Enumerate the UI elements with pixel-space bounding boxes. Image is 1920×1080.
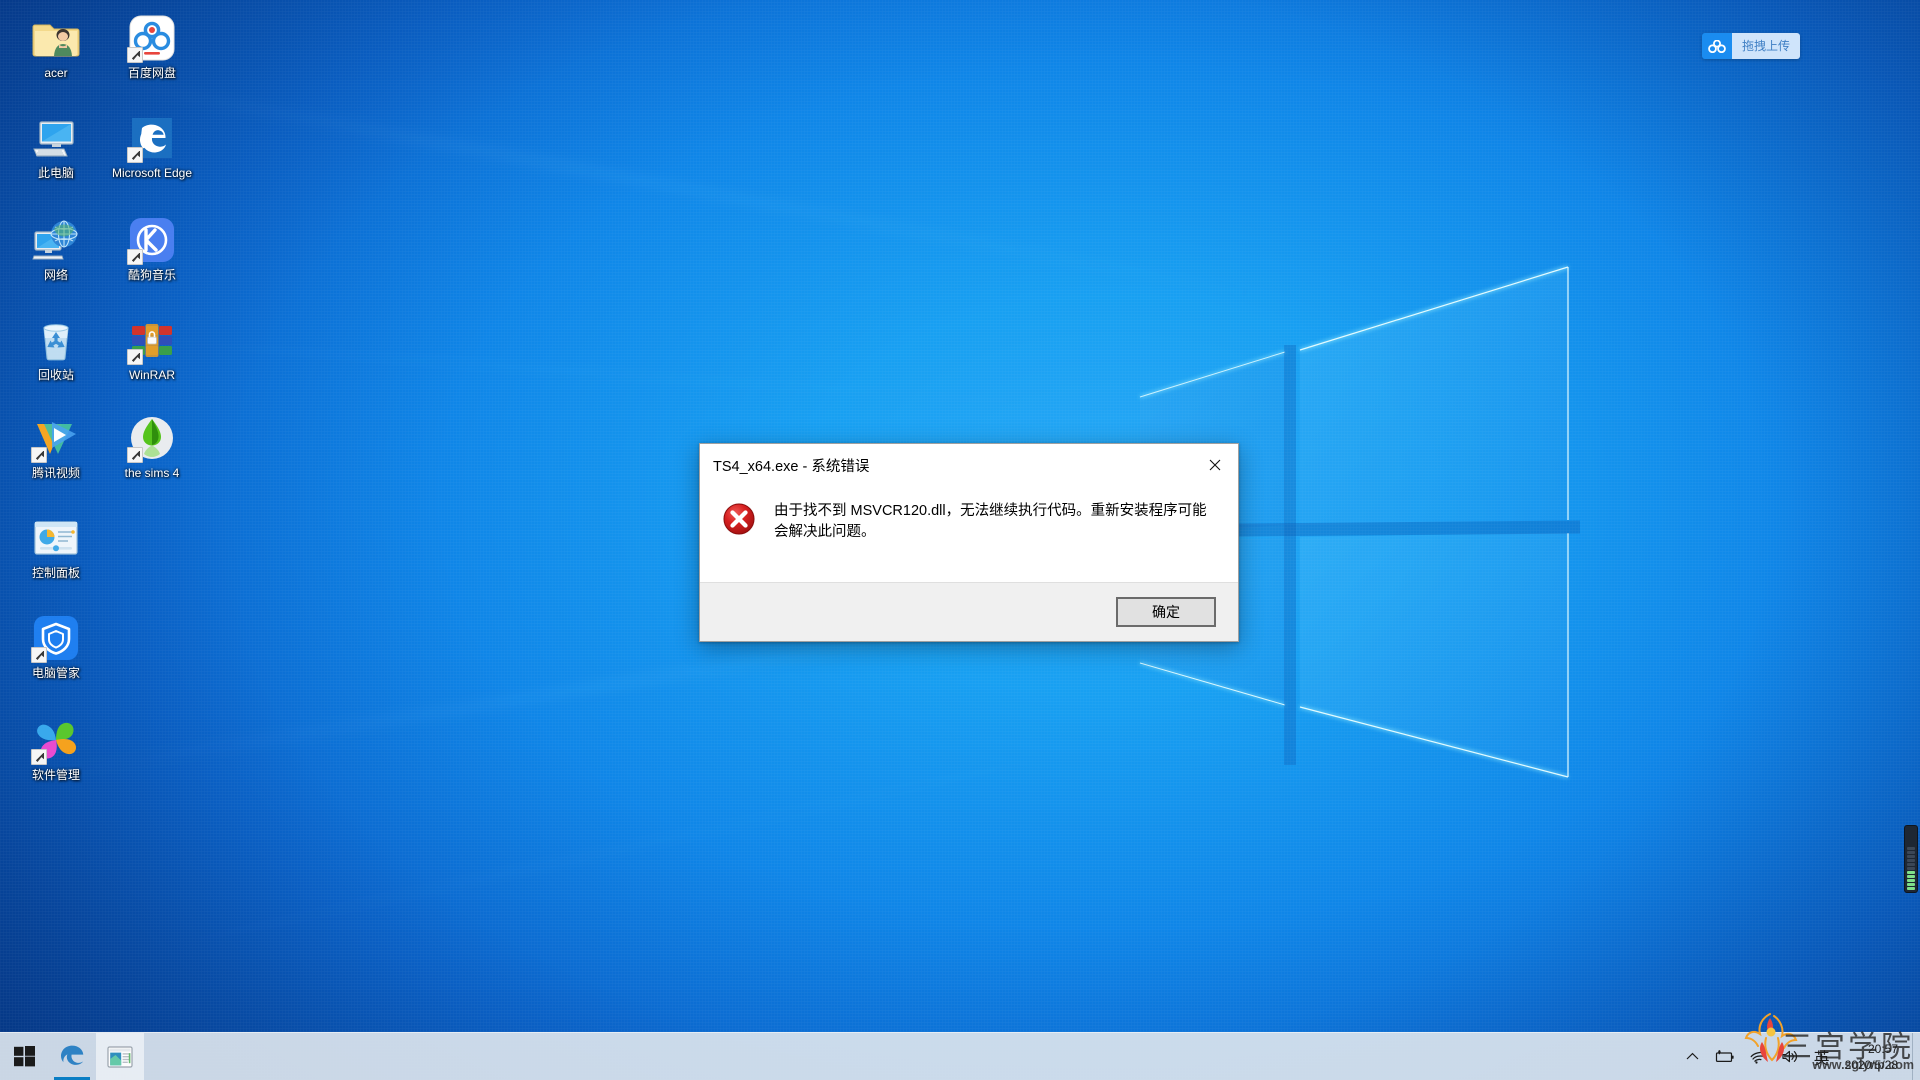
dialog-message: 由于找不到 MSVCR120.dll，无法继续执行代码。重新安装程序可能会解决此…: [774, 503, 1207, 540]
shortcut-arrow-icon: [127, 249, 143, 265]
sims4-icon: [127, 414, 176, 463]
battery-icon[interactable]: [1706, 1033, 1742, 1080]
clock-time: 20:57: [1867, 1041, 1898, 1056]
taskbar[interactable]: 英 20:57 2020/5/28: [0, 1032, 1920, 1080]
pc-manager-icon: [31, 614, 80, 663]
recycle-bin-icon: [32, 316, 80, 364]
desktop-icon-label: 百度网盘: [127, 66, 176, 80]
desktop-icon-sims4[interactable]: the sims 4: [104, 414, 200, 480]
desktop-icon-baidu-netdisk[interactable]: 百度网盘: [104, 14, 200, 80]
shortcut-arrow-icon: [127, 447, 143, 463]
ime-label: 英: [1813, 1048, 1830, 1068]
desktop-icon-network[interactable]: 网络: [8, 216, 104, 282]
drag-upload-widget[interactable]: 拖拽上传: [1701, 33, 1800, 59]
desktop-icon-label: 腾讯视频: [31, 466, 80, 480]
desktop-icon-folder-user[interactable]: acer: [8, 14, 104, 80]
close-icon[interactable]: [1192, 450, 1238, 480]
shortcut-arrow-icon: [31, 749, 47, 765]
desktop-icon-control-panel[interactable]: 控制面板: [8, 514, 104, 580]
edge-icon: [61, 1045, 84, 1065]
desktop-icon-recycle-bin[interactable]: 回收站: [8, 316, 104, 382]
kugou-music-icon: [127, 216, 176, 265]
close-glyph: [1209, 459, 1221, 471]
network-icon: [32, 216, 80, 264]
edge-icon: [127, 114, 176, 163]
drag-upload-label: 拖拽上传: [1731, 33, 1800, 59]
desktop-icon-software-manager[interactable]: 软件管理: [8, 716, 104, 782]
shortcut-arrow-icon: [127, 147, 143, 163]
desktop-icon-label: 软件管理: [31, 768, 80, 782]
this-pc-icon: [32, 114, 80, 162]
desktop-icon-label: 此电脑: [37, 166, 74, 180]
desktop[interactable]: acer 百度网盘 此电脑 Microsoft Edge 网络 酷狗音乐 回收站…: [0, 0, 1920, 1080]
error-circle-icon: [722, 502, 756, 541]
file-explorer-icon: [107, 1045, 133, 1068]
shortcut-arrow-icon: [127, 349, 143, 365]
desktop-icon-label: 回收站: [37, 368, 74, 382]
dialog-title: TS4_x64.exe - 系统错误: [713, 458, 870, 475]
taskbar-app-file-explorer[interactable]: [96, 1033, 144, 1080]
system-meter-gadget[interactable]: [1904, 825, 1918, 893]
dialog-body: 由于找不到 MSVCR120.dll，无法继续执行代码。重新安装程序可能会解决此…: [700, 486, 1238, 582]
desktop-icon-label: the sims 4: [124, 466, 180, 480]
taskbar-app-edge[interactable]: [48, 1033, 96, 1080]
speaker-icon[interactable]: [1774, 1033, 1807, 1080]
system-tray: 英 20:57 2020/5/28: [1679, 1032, 1920, 1080]
dialog-footer: 确定: [700, 582, 1238, 641]
baidu-netdisk-icon: [127, 14, 176, 63]
clock-date: 2020/5/28: [1844, 1057, 1898, 1072]
shortcut-arrow-icon: [31, 447, 47, 463]
ok-button[interactable]: 确定: [1116, 597, 1216, 627]
system-error-dialog[interactable]: TS4_x64.exe - 系统错误 由于找不到 MSVCR120.dll，无法…: [699, 443, 1239, 642]
desktop-icon-kugou-music[interactable]: 酷狗音乐: [104, 216, 200, 282]
winrar-icon: [127, 316, 176, 365]
show-desktop-button[interactable]: [1912, 1032, 1920, 1080]
dialog-titlebar[interactable]: TS4_x64.exe - 系统错误: [700, 444, 1238, 486]
taskbar-clock[interactable]: 20:57 2020/5/28: [1837, 1033, 1912, 1080]
desktop-icon-tencent-video[interactable]: 腾讯视频: [8, 414, 104, 480]
desktop-icon-pc-manager[interactable]: 电脑管家: [8, 614, 104, 680]
shortcut-arrow-icon: [127, 47, 143, 63]
desktop-icon-label: acer: [44, 66, 68, 80]
shortcut-arrow-icon: [31, 647, 47, 663]
control-panel-icon: [32, 514, 80, 562]
desktop-icon-label: Microsoft Edge: [111, 166, 193, 180]
baidu-cloud-icon: [1701, 33, 1732, 59]
software-manager-icon: [31, 716, 80, 765]
tencent-video-icon: [31, 414, 80, 463]
folder-user-icon: [32, 14, 80, 62]
taskbar-empty-area[interactable]: [144, 1033, 1679, 1080]
desktop-icon-label: 电脑管家: [31, 666, 80, 680]
wifi-icon[interactable]: [1742, 1033, 1774, 1080]
desktop-icon-winrar[interactable]: WinRAR: [104, 316, 200, 382]
desktop-icon-label: WinRAR: [128, 368, 175, 382]
desktop-icon-this-pc[interactable]: 此电脑: [8, 114, 104, 180]
windows-start-icon[interactable]: [0, 1033, 48, 1080]
desktop-icon-edge[interactable]: Microsoft Edge: [104, 114, 200, 180]
desktop-icon-label: 控制面板: [31, 566, 80, 580]
desktop-icon-label: 网络: [43, 268, 68, 282]
ime-icon[interactable]: 英: [1807, 1033, 1837, 1080]
desktop-icon-label: 酷狗音乐: [127, 268, 176, 282]
taskbar-app-buttons: [48, 1033, 144, 1080]
chevron-up-icon[interactable]: [1679, 1033, 1706, 1080]
